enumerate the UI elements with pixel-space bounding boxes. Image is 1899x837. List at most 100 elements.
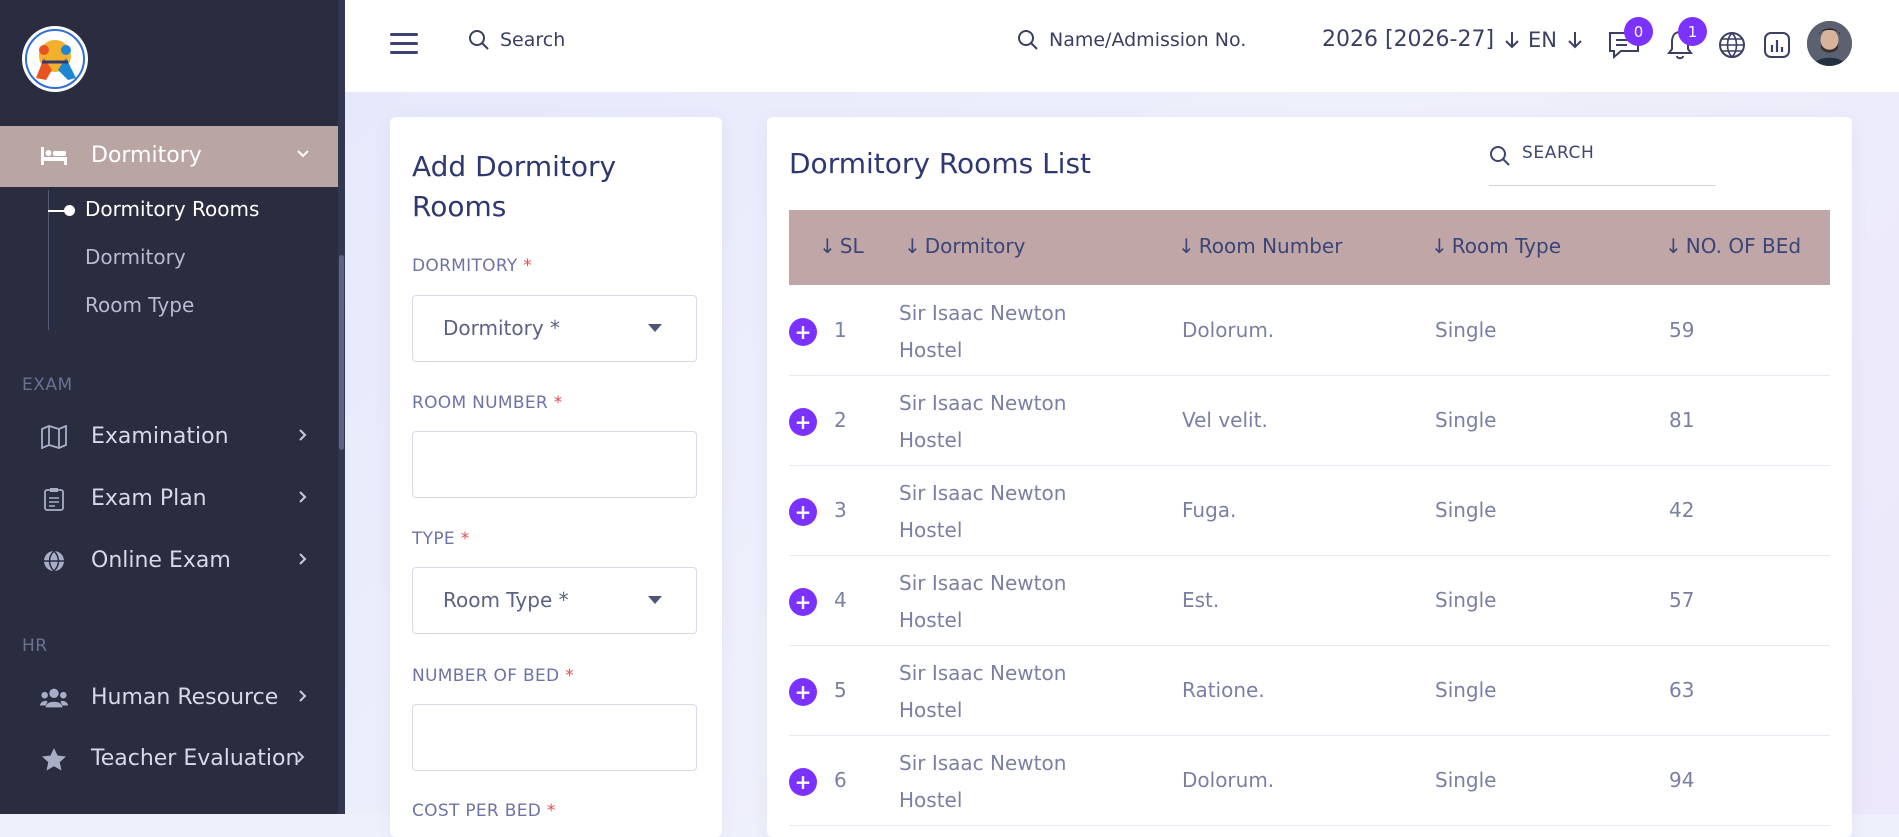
room-number-cell: Ratione.: [1182, 678, 1265, 702]
expand-row-icon[interactable]: +: [789, 408, 817, 436]
sidebar-scrollbar-thumb[interactable]: [339, 255, 344, 450]
table-row[interactable]: +6 Sir Isaac Newton Hostel Dolorum. Single 9…: [789, 735, 1830, 826]
expand-row-icon[interactable]: +: [789, 678, 817, 706]
column-header-sl[interactable]: ↓ SL: [819, 234, 864, 258]
map-icon: [40, 423, 68, 451]
language-value: EN: [1528, 28, 1557, 52]
submenu-item-dormitory-rooms[interactable]: Dormitory Rooms: [85, 197, 259, 221]
clipboard-icon: [40, 485, 68, 513]
number-of-bed-field-label: NUMBER OF BED *: [412, 666, 574, 686]
room-number-cell: Dolorum.: [1182, 768, 1275, 792]
chevron-down-icon: [296, 145, 310, 166]
column-label: NO. OF BEd: [1685, 234, 1802, 258]
beds-cell: 59: [1669, 318, 1695, 342]
sl-cell: 2: [834, 408, 847, 432]
number-of-bed-input[interactable]: [412, 704, 697, 771]
dormitory-select[interactable]: Dormitory *: [412, 295, 697, 362]
school-logo[interactable]: [22, 26, 88, 92]
column-label: SL: [839, 234, 864, 258]
header-search[interactable]: Search: [468, 29, 565, 51]
website-button[interactable]: [1714, 27, 1750, 63]
table-search-input[interactable]: SEARCH: [1489, 139, 1716, 186]
chevron-right-icon: [296, 550, 310, 571]
required-marker: *: [523, 256, 533, 276]
sl-cell: 1: [834, 318, 847, 342]
room-number-input[interactable]: [412, 431, 697, 498]
sidebar-item-teacher-evaluation[interactable]: Teacher Evaluation: [0, 734, 338, 784]
globe-icon: [1719, 32, 1745, 58]
expand-row-icon[interactable]: +: [789, 318, 817, 346]
admission-search[interactable]: Name/Admission No.: [1017, 29, 1246, 51]
sidebar-item-examination[interactable]: Examination: [0, 412, 338, 462]
beds-cell: 63: [1669, 678, 1695, 702]
notification-count-badge: 1: [1678, 17, 1707, 46]
expand-row-icon[interactable]: +: [789, 768, 817, 796]
header-search-label: Search: [500, 29, 566, 51]
sidebar-item-label: Online Exam: [91, 548, 231, 573]
sort-arrow-icon: ↓: [1178, 234, 1195, 258]
required-marker: *: [565, 666, 574, 686]
required-marker: *: [546, 801, 556, 821]
room-number-field-label: ROOM NUMBER *: [412, 393, 563, 413]
arrow-down-icon: [1568, 32, 1582, 49]
sidebar-item-dormitory[interactable]: Dormitory: [0, 126, 338, 187]
sidebar-item-exam-plan[interactable]: Exam Plan: [0, 474, 338, 524]
section-heading-hr: HR: [22, 636, 48, 656]
room-type-cell: Single: [1435, 318, 1497, 342]
submenu-active-dot: [64, 205, 75, 216]
room-number-cell: Dolorum.: [1182, 318, 1275, 342]
sidebar-item-label: Dormitory: [91, 143, 202, 168]
dormitory-rooms-list-card: Dormitory Rooms List SEARCH ↓ SL ↓ Dormi…: [767, 117, 1852, 837]
sl-cell: 5: [834, 678, 847, 702]
submenu-item-room-type[interactable]: Room Type: [85, 293, 194, 317]
column-header-room-type[interactable]: ↓ Room Type: [1431, 234, 1561, 258]
session-select[interactable]: 2026 [2026-27]: [1322, 27, 1520, 52]
sidebar-item-online-exam[interactable]: Online Exam: [0, 536, 338, 586]
chat-count-badge: 0: [1624, 17, 1653, 46]
column-label: Dormitory: [924, 234, 1026, 258]
menu-toggle-icon[interactable]: [390, 33, 418, 55]
table-row[interactable]: +3 Sir Isaac Newton Hostel Fuga. Single 42: [789, 465, 1830, 556]
sl-cell: 4: [834, 588, 847, 612]
table-row[interactable]: +5 Sir Isaac Newton Hostel Ratione. Single 6…: [789, 645, 1830, 736]
submenu-item-dormitory[interactable]: Dormitory: [85, 245, 186, 269]
table-row[interactable]: +4 Sir Isaac Newton Hostel Est. Single 57: [789, 555, 1830, 646]
sl-cell: 6: [834, 768, 847, 792]
column-header-room-number[interactable]: ↓ Room Number: [1178, 234, 1342, 258]
sidebar-item-label: Teacher Evaluation: [91, 746, 300, 771]
sort-arrow-icon: ↓: [1665, 234, 1682, 258]
dormitory-cell: Sir Isaac Newton Hostel: [899, 391, 1067, 452]
admission-search-label: Name/Admission No.: [1049, 29, 1247, 51]
column-header-dormitory[interactable]: ↓ Dormitory: [904, 234, 1025, 258]
table-row[interactable]: +1 Sir Isaac Newton Hostel Dolorum. Single 5…: [789, 285, 1830, 376]
column-header-beds[interactable]: ↓ NO. OF BEd: [1665, 234, 1801, 258]
dormitory-cell: Sir Isaac Newton Hostel: [899, 571, 1067, 632]
dormitory-cell: Sir Isaac Newton Hostel: [899, 751, 1067, 812]
beds-cell: 57: [1669, 588, 1695, 612]
sidebar-item-human-resource[interactable]: Human Resource: [0, 673, 338, 723]
room-type-cell: Single: [1435, 588, 1497, 612]
label-text: ROOM NUMBER: [412, 393, 548, 413]
session-value: 2026 [2026-27]: [1322, 27, 1495, 52]
type-field-label: TYPE *: [412, 529, 470, 549]
room-type-select[interactable]: Room Type *: [412, 567, 697, 634]
sort-arrow-icon: ↓: [819, 234, 836, 258]
room-type-cell: Single: [1435, 498, 1497, 522]
chevron-right-icon: [294, 748, 308, 769]
cost-per-bed-field-label: COST PER BED *: [412, 801, 556, 821]
table-row[interactable]: +2 Sir Isaac Newton Hostel Vel velit. Singl…: [789, 375, 1830, 466]
language-select[interactable]: EN: [1528, 28, 1583, 52]
room-number-cell: Vel velit.: [1182, 408, 1268, 432]
arrow-down-icon: [1505, 31, 1519, 48]
user-avatar[interactable]: [1807, 21, 1852, 66]
beds-cell: 94: [1669, 768, 1695, 792]
room-number-cell: Fuga.: [1182, 498, 1237, 522]
dormitory-cell: Sir Isaac Newton Hostel: [899, 661, 1067, 722]
label-text: DORMITORY: [412, 256, 518, 276]
search-icon: [1018, 30, 1038, 50]
reports-button[interactable]: [1759, 27, 1795, 63]
dormitory-cell: Sir Isaac Newton Hostel: [899, 481, 1067, 542]
sl-cell: 3: [834, 498, 847, 522]
expand-row-icon[interactable]: +: [789, 588, 817, 616]
expand-row-icon[interactable]: +: [789, 498, 817, 526]
